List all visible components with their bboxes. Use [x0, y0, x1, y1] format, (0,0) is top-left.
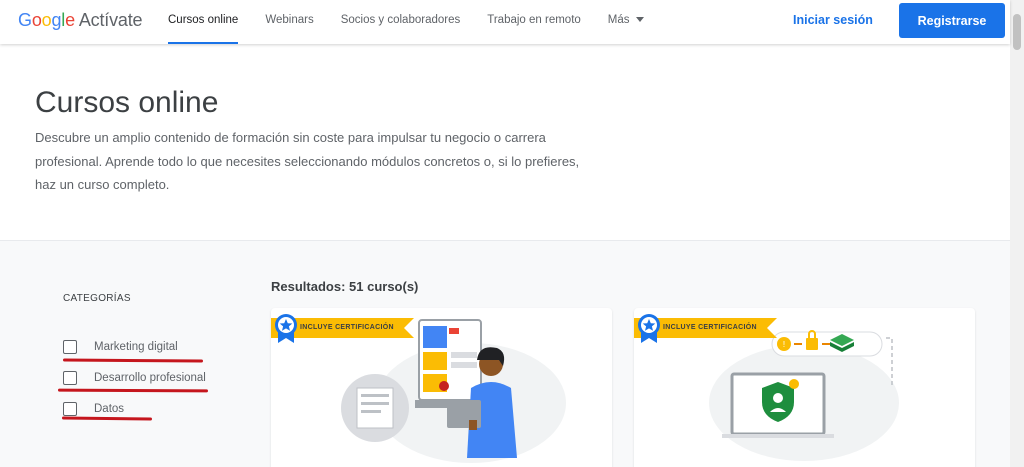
filter-marketing-digital[interactable]: Marketing digital [63, 338, 178, 356]
results-count: Resultados: 51 curso(s) [271, 279, 419, 294]
page-title: Cursos online [35, 86, 219, 119]
login-link[interactable]: Iniciar sesión [793, 13, 873, 27]
certification-badge-icon [275, 314, 297, 343]
caret-down-icon [635, 17, 644, 23]
google-activate-logo[interactable]: Google Actívate [18, 10, 143, 31]
main-nav: Cursos online Webinars Socios y colabora… [168, 0, 671, 44]
filter-label: Datos [94, 403, 125, 415]
checkbox[interactable] [63, 340, 77, 354]
page-scrollbar[interactable] [1010, 0, 1024, 467]
register-button[interactable]: Registrarse [899, 3, 1005, 38]
annotation-underline [62, 358, 204, 363]
top-header: Google Actívate Cursos online Webinars So… [0, 0, 1010, 44]
filter-datos[interactable]: Datos [63, 400, 124, 418]
checkbox[interactable] [63, 371, 77, 385]
course-card[interactable]: ! INCLUYE CERTIFICACIÓN [634, 308, 975, 467]
svg-text:!: ! [783, 340, 785, 349]
course-card[interactable]: INCLUYE CERTIFICACIÓN [271, 308, 612, 467]
nav-webinars[interactable]: Webinars [265, 0, 313, 44]
filter-label: Marketing digital [94, 341, 178, 353]
nav-cursos-online[interactable]: Cursos online [168, 0, 239, 44]
checkbox[interactable] [63, 402, 77, 416]
certification-badge-icon [638, 314, 660, 343]
annotation-underline [61, 416, 153, 421]
filter-desarrollo-profesional[interactable]: Desarrollo profesional [63, 369, 206, 387]
filter-label: Desarrollo profesional [94, 372, 206, 384]
courses-section: CATEGORÍAS Marketing digital Desarrollo … [0, 240, 1010, 467]
nav-trabajo-remoto[interactable]: Trabajo en remoto [487, 0, 581, 44]
page-description: Descubre un amplio contenido de formació… [35, 130, 580, 192]
nav-mas-dropdown[interactable]: Más [608, 0, 644, 44]
scrollbar-thumb[interactable] [1013, 14, 1021, 50]
annotation-underline [57, 388, 209, 393]
categories-title: CATEGORÍAS [63, 293, 131, 304]
nav-socios-colaboradores[interactable]: Socios y colaboradores [341, 0, 461, 44]
